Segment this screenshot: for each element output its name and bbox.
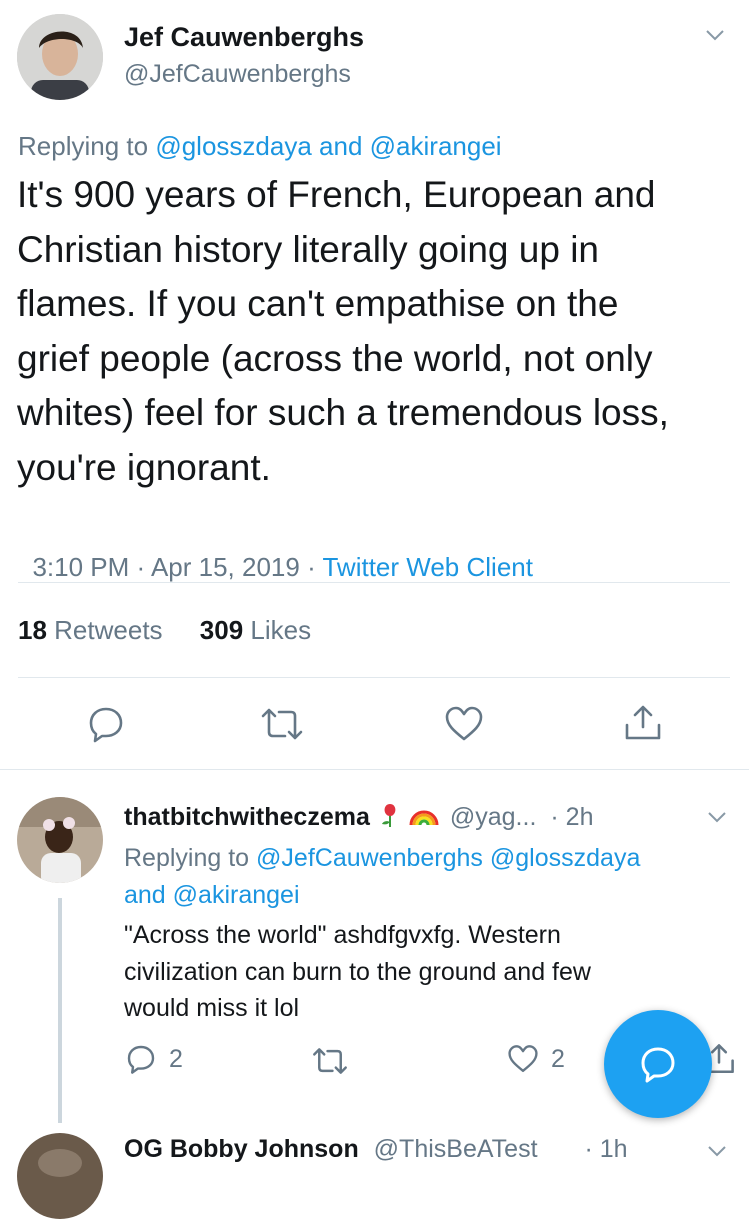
likes-count: 309	[199, 615, 244, 645]
compose-reply-button[interactable]	[604, 1010, 712, 1118]
author-avatar[interactable]	[17, 14, 103, 100]
reply-handle[interactable]: @yag...	[450, 803, 537, 832]
chevron-down-icon[interactable]	[706, 1140, 728, 1162]
tweet-text-line: grief people (across the world, not only	[17, 337, 653, 379]
like-icon[interactable]	[444, 705, 484, 743]
tweet-text-line: whites) feel for such a tremendous loss,	[17, 392, 669, 433]
next-reply-avatar[interactable]	[17, 1133, 103, 1219]
replying-prefix: Replying to	[18, 131, 149, 161]
author-name[interactable]: Jef Cauwenberghs	[124, 22, 364, 53]
divider	[18, 677, 730, 678]
like-icon	[507, 1044, 539, 1074]
tweet-text-line: Christian history literally going up in	[17, 228, 599, 270]
share-icon[interactable]	[623, 703, 663, 743]
reply-icon[interactable]	[86, 704, 126, 744]
replying-prefix: Replying to	[124, 844, 250, 872]
tweet-stats: 18 Retweets 309 Likes	[18, 615, 311, 646]
timestamp[interactable]: 3:10 PM · Apr 15, 2019 ·	[32, 552, 322, 582]
chevron-down-icon[interactable]	[704, 24, 726, 46]
reply-text-line: "Across the world" ashdfgvxfg. Western	[124, 921, 561, 949]
rainbow-emoji	[408, 800, 440, 835]
mention-link[interactable]: @JefCauwenberghs	[256, 844, 483, 872]
replying-to: Replying to @glosszdaya and @akirangei	[18, 131, 502, 162]
divider	[0, 769, 749, 770]
divider	[18, 582, 730, 583]
reply-author-avatar[interactable]	[17, 797, 103, 883]
reply-header: thatbitchwitheczema @yag... · 2h	[124, 800, 594, 835]
retweets-stat[interactable]: 18 Retweets	[18, 615, 163, 645]
mention-link[interactable]: @glosszdaya	[490, 844, 640, 872]
tweet-text-line: you're ignorant.	[17, 446, 271, 488]
chevron-down-icon[interactable]	[706, 806, 728, 828]
next-reply-author-name[interactable]: OG Bobby Johnson	[124, 1135, 359, 1163]
reply-bubble-icon	[638, 1044, 678, 1084]
tweet-text: It's 900 years of French, European and C…	[17, 168, 669, 495]
tweet-text-line: flames. If you can't empathise on the	[17, 283, 619, 324]
tweet-text-line: It's 900 years of French, European and	[17, 174, 656, 215]
like-count: 2	[551, 1044, 565, 1073]
reply-count: 2	[169, 1044, 183, 1073]
reply-replying-to: Replying to @JefCauwenberghs @glosszdaya…	[124, 840, 724, 914]
tweet-meta: 3:10 PM · Apr 15, 2019 · Twitter Web Cli…	[18, 521, 533, 583]
replying-and: and	[124, 881, 166, 909]
next-reply-handle[interactable]: @ThisBeATest	[374, 1135, 538, 1163]
retweets-label: Retweets	[54, 615, 163, 645]
retweet-icon[interactable]	[311, 1046, 349, 1076]
next-reply-header: OG Bobby Johnson @ThisBeATest · 1h	[124, 1135, 628, 1164]
reply-text-line: would miss it lol	[124, 994, 300, 1022]
retweet-icon[interactable]	[259, 706, 305, 742]
likes-label: Likes	[250, 615, 312, 645]
rose-emoji	[378, 800, 402, 835]
reply-author-name[interactable]: thatbitchwitheczema	[124, 803, 370, 832]
likes-stat[interactable]: 309 Likes	[200, 615, 311, 645]
mention-link[interactable]: @glosszdaya	[155, 131, 311, 161]
replying-and: and	[319, 131, 363, 161]
retweets-count: 18	[18, 615, 47, 645]
reply-icon	[125, 1043, 157, 1075]
reply-text: "Across the world" ashdfgvxfg. Western c…	[124, 917, 591, 1027]
next-reply-time[interactable]: · 1h	[584, 1135, 627, 1163]
reply-time[interactable]: · 2h	[550, 803, 593, 832]
author-handle[interactable]: @JefCauwenberghs	[124, 60, 351, 89]
reply-like-button[interactable]: 2	[507, 1044, 565, 1074]
mention-link[interactable]: @akirangei	[173, 881, 300, 909]
mention-link[interactable]: @akirangei	[370, 131, 502, 161]
thread-line	[58, 898, 62, 1123]
reply-text-line: civilization can burn to the ground and …	[124, 957, 591, 986]
source-link[interactable]: Twitter Web Client	[322, 552, 532, 582]
reply-reply-button[interactable]: 2	[125, 1043, 183, 1075]
